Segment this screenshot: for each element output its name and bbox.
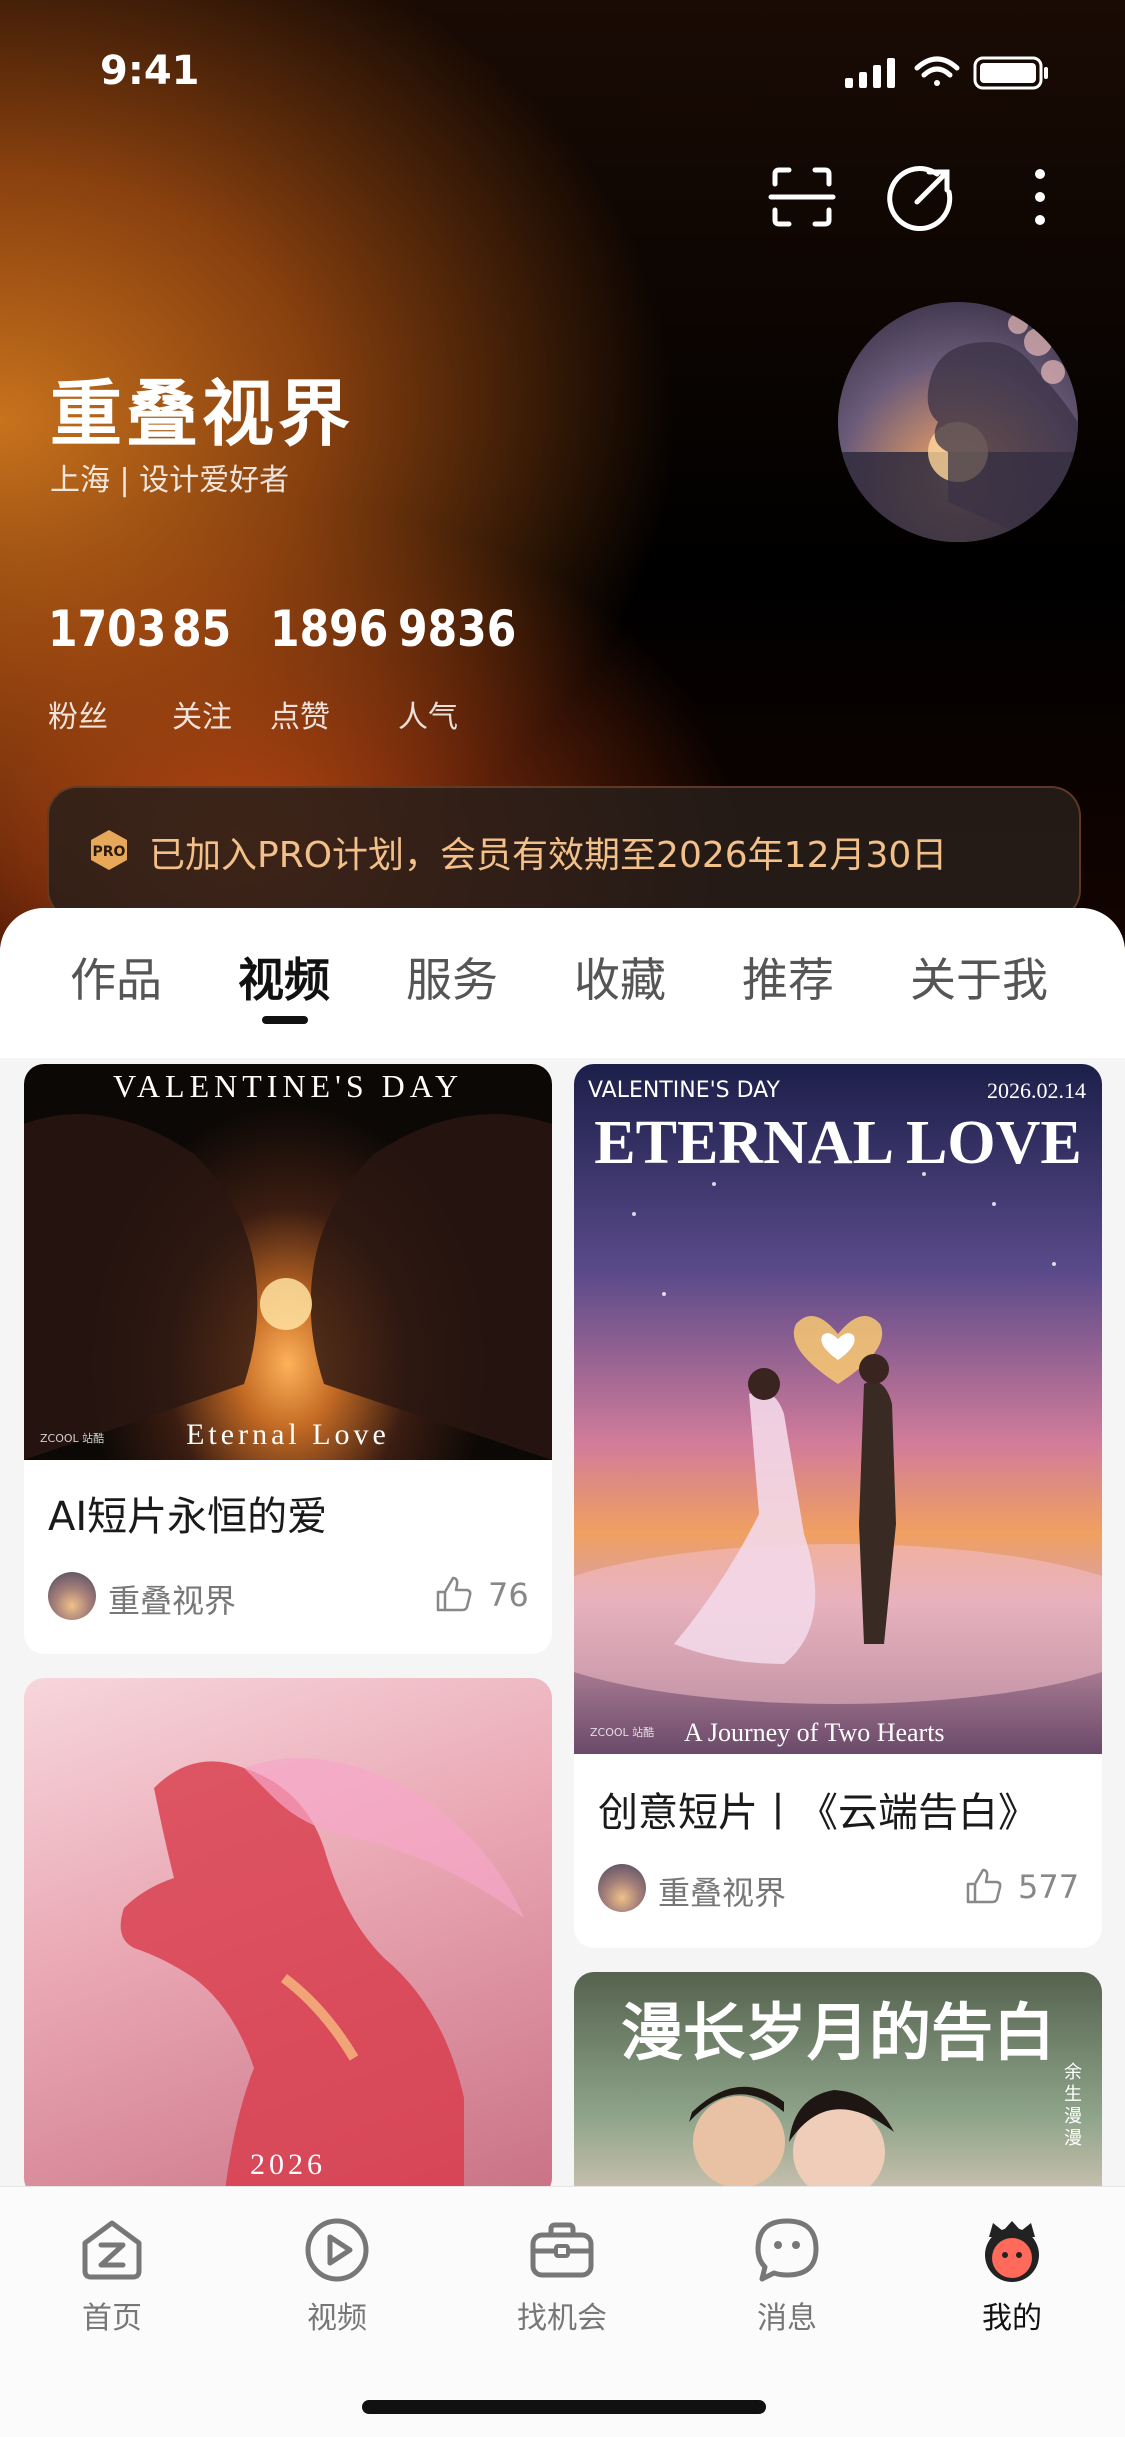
tab-recommended[interactable]: 推荐 <box>742 944 834 1010</box>
stat-popularity-value[interactable]: 9836 <box>398 600 516 658</box>
nav-opportunities-label: 找机会 <box>517 2301 607 2336</box>
scan-icon[interactable] <box>767 162 837 232</box>
video-card[interactable]: VALENTINE'S DAY Eternal Love ZCOOL 站酷 AI… <box>24 1064 552 1654</box>
nav-video-label: 视频 <box>307 2301 367 2336</box>
like-icon[interactable] <box>434 1574 474 1614</box>
pro-banner-text: 已加入PRO计划，会员有效期至2026年12月30日 <box>149 835 948 876</box>
nav-me-label: 我的 <box>982 2301 1042 2336</box>
glass-horse-icon <box>120 1758 524 2198</box>
author-name: 重叠视界 <box>108 1582 237 1620</box>
pro-badge-icon: PRO <box>91 830 127 870</box>
tab-favorites[interactable]: 收藏 <box>574 944 666 1010</box>
stat-likes-value[interactable]: 1896 <box>270 600 388 658</box>
home-z-icon <box>82 2220 142 2280</box>
stat-followers-value[interactable]: 1703 <box>48 600 166 658</box>
more-icon[interactable] <box>1005 162 1075 232</box>
avatar-silhouette-icon <box>838 314 1078 542</box>
nav-opportunities[interactable]: 找机会 <box>472 2187 652 2347</box>
tab-about-me[interactable]: 关于我 <box>910 944 1048 1010</box>
video-thumbnail: 漫长岁月的告白 余生漫漫 <box>574 1972 1102 2212</box>
nav-messages-label: 消息 <box>757 2301 817 2336</box>
like-count: 577 <box>1018 1868 1080 1906</box>
share-icon[interactable] <box>887 162 957 232</box>
card-title: 创意短片丨《云端告白》 <box>598 1790 1038 1836</box>
zcool-watermark: ZCOOL 站酷 <box>590 1726 655 1739</box>
nav-messages[interactable]: 消息 <box>697 2187 877 2347</box>
profile-mascot-icon <box>985 2221 1039 2282</box>
tab-videos[interactable]: 视频 <box>238 944 330 1010</box>
wifi-icon <box>914 56 960 86</box>
thumbnail-overlay-caption: A Journey of Two Hearts <box>684 1718 945 1747</box>
author-avatar <box>598 1864 646 1912</box>
video-thumbnail: VALENTINE'S DAY 2026.02.14 ETERNAL LOVE … <box>574 1064 1102 1754</box>
thumbnail-overlay-tag: VALENTINE'S DAY <box>588 1078 780 1103</box>
battery-icon <box>973 56 1048 90</box>
profile-avatar[interactable] <box>838 302 1078 542</box>
thumbnail-overlay-caption: 2026 <box>250 2148 326 2181</box>
nav-video[interactable]: 视频 <box>247 2187 427 2347</box>
stat-popularity-label: 人气 <box>398 700 458 735</box>
status-time: 9:41 <box>100 48 200 94</box>
tab-works[interactable]: 作品 <box>70 944 162 1010</box>
video-thumbnail: VALENTINE'S DAY Eternal Love ZCOOL 站酷 <box>24 1064 552 1460</box>
stat-following-value[interactable]: 85 <box>172 600 231 658</box>
profile-name: 重叠视界 <box>50 372 355 456</box>
video-thumbnail: 2026 <box>24 1678 552 2198</box>
zcool-watermark: ZCOOL 站酷 <box>40 1432 105 1445</box>
tab-services[interactable]: 服务 <box>406 944 498 1010</box>
stat-followers-label: 粉丝 <box>48 700 108 735</box>
pro-membership-banner[interactable]: PRO 已加入PRO计划，会员有效期至2026年12月30日 <box>47 786 1081 920</box>
video-card[interactable]: VALENTINE'S DAY 2026.02.14 ETERNAL LOVE … <box>574 1064 1102 1948</box>
nav-home-label: 首页 <box>82 2301 142 2336</box>
thumbnail-overlay-title: VALENTINE'S DAY <box>112 1068 464 1104</box>
thumbnail-overlay-title: 漫长岁月的告白 <box>620 1996 1055 2069</box>
like-count: 76 <box>488 1576 529 1614</box>
home-indicator <box>362 2400 766 2414</box>
stat-likes-label: 点赞 <box>270 700 330 735</box>
signal-icon <box>845 58 895 88</box>
thumbnail-overlay-date: 2026.02.14 <box>987 1078 1086 1103</box>
nav-me[interactable]: 我的 <box>922 2187 1102 2347</box>
tab-bar: 作品 视频 服务 收藏 推荐 关于我 <box>0 908 1125 1058</box>
svg-text:PRO: PRO <box>93 844 126 860</box>
video-card[interactable]: 漫长岁月的告白 余生漫漫 <box>574 1972 1102 2212</box>
status-icons <box>845 56 1048 90</box>
author-name: 重叠视界 <box>658 1874 787 1912</box>
video-card[interactable]: 2026 <box>24 1678 552 2198</box>
thumbnail-overlay-side-text: 余生漫漫 <box>1064 2062 1082 2149</box>
couple-silhouette-icon <box>24 1114 552 1460</box>
stat-following-label: 关注 <box>172 700 232 735</box>
play-circle-icon <box>305 2218 369 2282</box>
profile-subtitle: 上海 | 设计爱好者 <box>50 463 290 498</box>
nav-home[interactable]: 首页 <box>22 2187 202 2347</box>
chat-bubble-icon <box>755 2218 819 2282</box>
like-icon[interactable] <box>964 1866 1004 1906</box>
author-avatar <box>48 1572 96 1620</box>
thumbnail-overlay-title: ETERNAL LOVE <box>594 1109 1082 1177</box>
card-title: AI短片永恒的爱 <box>48 1494 328 1540</box>
active-tab-indicator <box>262 1016 308 1024</box>
briefcase-icon <box>530 2222 594 2278</box>
